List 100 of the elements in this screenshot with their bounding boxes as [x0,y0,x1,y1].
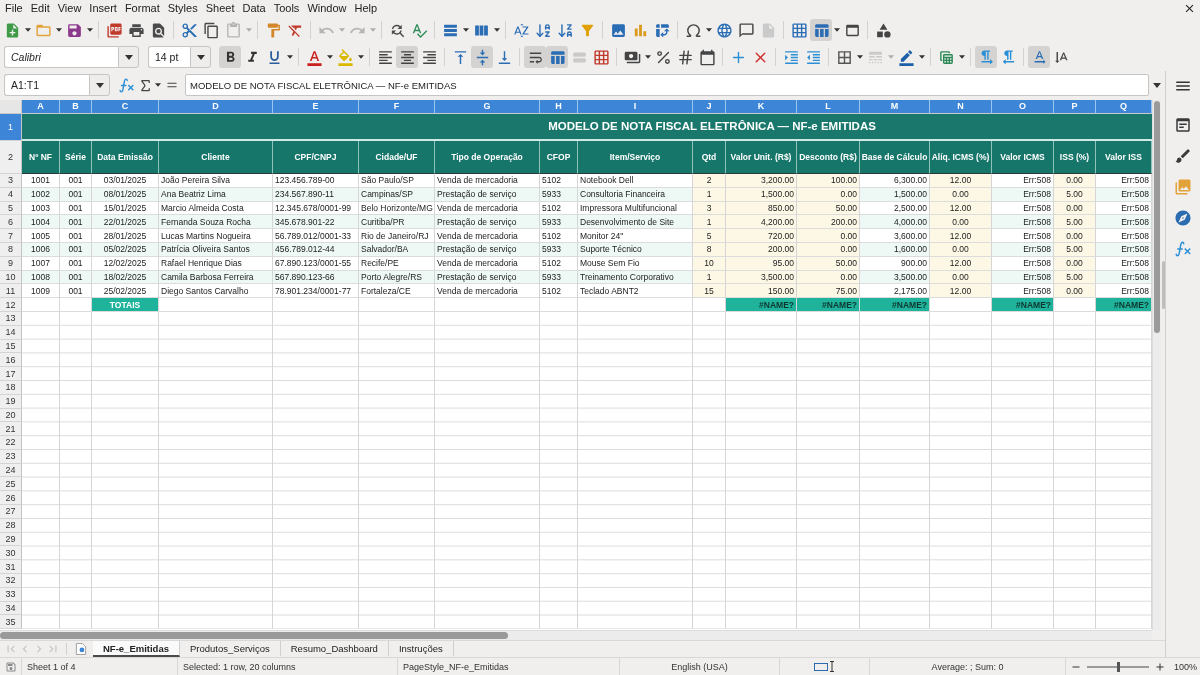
font-name-dropdown[interactable] [118,46,139,68]
column-header[interactable]: N [930,99,992,114]
row-header[interactable]: 32 [0,574,22,588]
row-header[interactable]: 25 [0,477,22,492]
caret-icon[interactable] [154,83,161,88]
caret-icon[interactable] [958,55,965,59]
column-header[interactable]: C [92,99,159,114]
bold-button[interactable] [219,46,241,68]
column-header[interactable]: K [726,99,797,114]
name-box-field[interactable]: A1:T1 [4,74,89,97]
column-header[interactable]: P [1054,99,1096,114]
horizontal-scrollbar[interactable] [0,630,1152,641]
menu-item[interactable]: Edit [30,1,50,16]
wrap-text-button[interactable] [524,46,546,68]
column-header[interactable]: E [273,99,359,114]
name-box-dropdown[interactable] [89,74,110,97]
menu-item[interactable]: Format [124,1,160,16]
menu-item[interactable]: File [5,1,23,16]
sheet-tab[interactable]: Resumo_Dashboard [280,641,389,657]
sheet-tab[interactable]: NF-e_Emitidas [93,641,180,657]
row-header[interactable]: 11 [0,284,22,299]
align-center-button[interactable] [396,46,418,68]
column-header[interactable]: F [359,99,435,114]
caret-icon[interactable] [95,82,104,88]
row-header[interactable]: 7 [0,229,22,243]
zoom-level[interactable]: 100% [1174,661,1198,672]
selection-mode-icon[interactable] [813,661,836,672]
font-size-field[interactable]: 14 pt [148,46,190,68]
sheet-tab[interactable]: Instruções [388,641,454,657]
column-header[interactable]: O [992,99,1054,114]
table-cell: Fortaleza/CE [359,284,435,299]
menu-item[interactable]: Tools [273,1,300,16]
column-header[interactable]: I [578,99,693,114]
row-header[interactable]: 26 [0,491,22,506]
table-cell: 12.00 [930,229,992,243]
menu-item[interactable]: Window [307,1,347,16]
column-header[interactable]: M [860,99,930,114]
caret-icon[interactable] [86,28,93,32]
caret-icon[interactable] [326,55,333,59]
menu-item[interactable]: Data [242,1,266,16]
column-header[interactable]: J [693,99,726,114]
row-header[interactable]: 30 [0,546,22,561]
row-header[interactable]: 17 [0,367,22,381]
row-header[interactable]: 2 [0,140,22,174]
row-header[interactable]: 16 [0,353,22,368]
row-header[interactable]: 22 [0,436,22,450]
font-name-field[interactable]: Calibri [4,46,118,68]
row-header[interactable]: 31 [0,560,22,575]
sheet-tab[interactable]: Produtos_Serviços [180,641,281,657]
column-header[interactable]: H [540,99,578,114]
column-heading: Item/Serviço [578,140,693,174]
text-direction-button[interactable] [1028,46,1050,68]
caret-icon[interactable] [24,28,31,32]
indent-decrease-icon [804,48,822,66]
caret-icon[interactable] [462,28,469,32]
column-header[interactable]: B [60,99,92,114]
caret-icon[interactable] [644,55,651,59]
row-header[interactable]: 21 [0,422,22,437]
column-header[interactable]: Q [1096,99,1152,114]
row-header[interactable]: 35 [0,615,22,630]
freeze-button[interactable] [810,19,832,41]
column-heading: Nº NF [22,140,60,174]
sidebar-grip[interactable] [1161,261,1165,309]
row-header[interactable]: 6 [0,215,22,230]
column-header[interactable]: L [797,99,860,114]
column-heading: Data Emissão [92,140,159,174]
menu-item[interactable]: View [57,1,82,16]
caret-icon[interactable] [918,55,925,59]
merge-center-button[interactable] [546,46,568,68]
caret-icon[interactable] [833,28,840,32]
table-cell: Venda de mercadoria [435,284,540,299]
column-heading: Cliente [159,140,273,174]
menu-item[interactable]: Sheet [205,1,235,16]
caret-icon[interactable] [124,54,133,60]
column-header[interactable]: G [435,99,540,114]
scrollbar-thumb[interactable] [1154,100,1160,333]
font-size-dropdown[interactable] [190,46,211,68]
scrollbar-thumb[interactable] [0,632,508,640]
left-to-right-button[interactable] [975,46,997,68]
menu-item[interactable]: Styles [167,1,198,16]
zoom-slider-thumb[interactable] [1117,661,1120,672]
caret-icon[interactable] [856,55,863,59]
caret-icon[interactable] [196,54,205,60]
vertical-scrollbar[interactable] [1152,99,1161,631]
caret-icon[interactable] [357,55,364,59]
caret-icon[interactable] [705,28,712,32]
row-header[interactable]: 12 [0,298,22,312]
align-middle-button[interactable] [471,46,493,68]
menu-item[interactable]: Help [354,1,378,16]
caret-icon[interactable] [493,28,500,32]
caret-icon[interactable] [1153,82,1161,88]
column-header[interactable]: D [159,99,273,114]
formula-input[interactable]: MODELO DE NOTA FISCAL ELETRÔNICA — NF-e EMITIDAS [185,74,1149,97]
column-header[interactable]: A [22,99,60,114]
row-header[interactable]: 1 [0,113,22,141]
caret-icon[interactable] [286,55,293,59]
row-header[interactable]: 27 [0,505,22,519]
sigma-icon[interactable] [138,77,153,93]
menu-item[interactable]: Insert [89,1,117,16]
caret-icon[interactable] [55,28,62,32]
